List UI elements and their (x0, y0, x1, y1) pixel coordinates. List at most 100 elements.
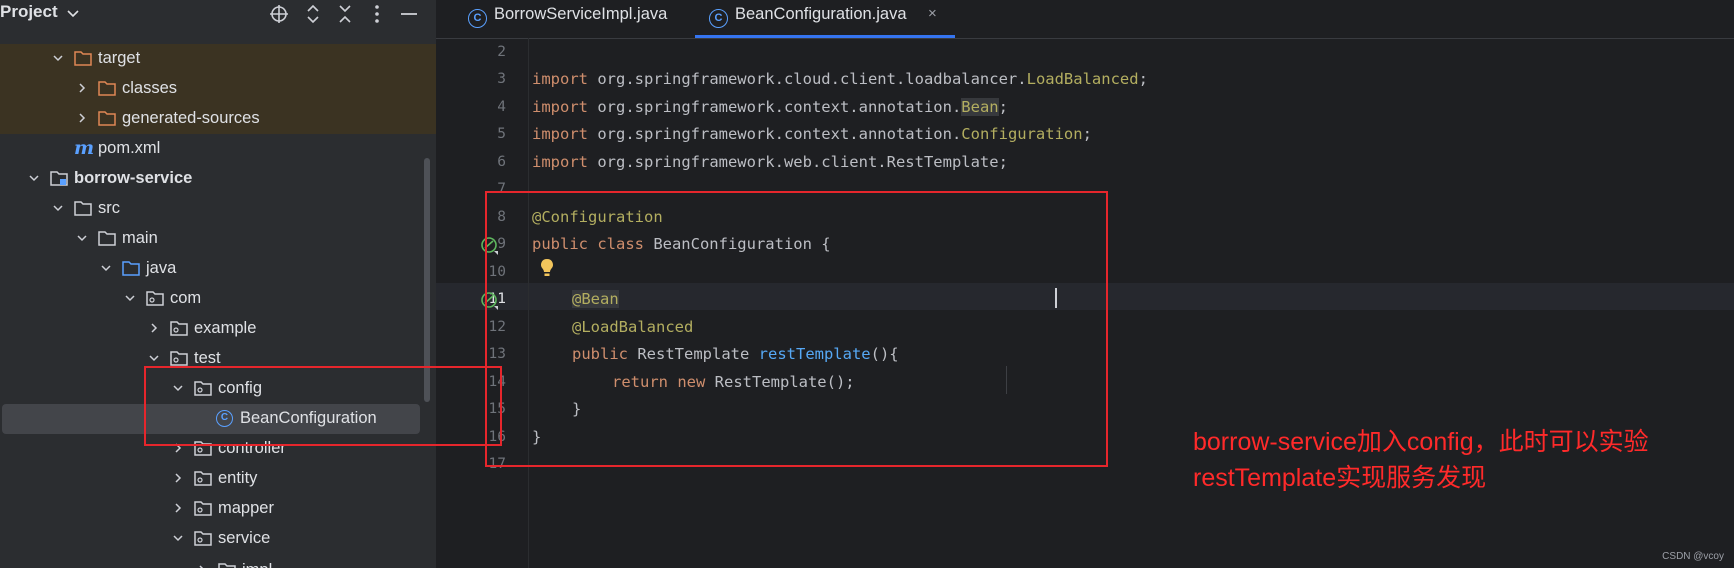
tree-item-com[interactable]: com (0, 284, 436, 314)
folder-icon (74, 201, 92, 216)
package-icon (170, 351, 188, 366)
code-token: import (532, 98, 588, 116)
tree-item-label: generated-sources (122, 109, 260, 127)
active-tab-indicator (695, 35, 955, 38)
tree-item-service[interactable]: service (0, 524, 436, 554)
tree-item-example[interactable]: example (0, 314, 436, 344)
tree-item-label: com (170, 289, 202, 307)
code-token: Bean (961, 98, 999, 116)
minimize-icon[interactable] (398, 3, 420, 25)
tab-bean-configuration[interactable]: C BeanConfiguration.java × (695, 0, 955, 38)
folder-icon (98, 231, 116, 246)
code-line-6: import org.springframework.web.client.Re… (532, 153, 1008, 171)
collapse-all-icon[interactable] (334, 3, 356, 25)
chevron-right-icon[interactable] (76, 82, 88, 94)
chevron-right-icon[interactable] (172, 502, 184, 514)
line-number: 4 (497, 99, 506, 115)
chevron-down-icon[interactable] (76, 232, 88, 244)
class-icon: C (468, 9, 487, 28)
tree-item-label: main (122, 229, 158, 247)
project-panel-title[interactable]: Project (0, 2, 58, 22)
tree-item-label: classes (122, 79, 178, 97)
package-icon (194, 471, 212, 486)
chevron-down-icon[interactable] (66, 6, 80, 20)
tree-item-generated-sources[interactable]: generated-sources (0, 104, 436, 134)
editor-tab-bar: C BorrowServiceImpl.java C BeanConfigura… (436, 0, 1734, 39)
tree-item-entity[interactable]: entity (0, 464, 436, 494)
highlight-box-code (485, 191, 1108, 467)
watermark: CSDN @vcoy (1662, 551, 1724, 562)
tree-item-main[interactable]: main (0, 224, 436, 254)
annotation-note: borrow-service加入config，此时可以实验 restTempla… (1193, 424, 1649, 496)
tree-item-label: impl (242, 561, 272, 568)
code-token: Configuration (961, 125, 1083, 143)
line-number: 2 (497, 44, 506, 60)
tree-item-target[interactable]: target (0, 44, 436, 74)
crosshair-icon[interactable] (268, 3, 290, 25)
package-icon (194, 501, 212, 516)
tree-item-borrow-service[interactable]: borrow-service (0, 164, 436, 194)
tree-item-label: example (194, 319, 257, 337)
tree-item-label: mapper (218, 499, 274, 517)
line-number: 5 (497, 126, 506, 142)
code-token: import (532, 70, 588, 88)
line-number: 3 (497, 71, 506, 87)
expand-all-icon[interactable] (302, 3, 324, 25)
folder-icon (74, 51, 92, 66)
tab-label: BeanConfiguration.java (735, 5, 907, 23)
chevron-down-icon[interactable] (124, 292, 136, 304)
tree-item-classes[interactable]: classes (0, 74, 436, 104)
chevron-right-icon[interactable] (172, 472, 184, 484)
folder-icon (98, 111, 116, 126)
code-token: import (532, 125, 588, 143)
tree-item-mapper[interactable]: mapper (0, 494, 436, 524)
tree-item-label: service (218, 529, 271, 547)
project-panel-header: Project (0, 0, 436, 30)
package-icon (194, 531, 212, 546)
code-line-3: import org.springframework.cloud.client.… (532, 70, 1148, 88)
tree-item-impl[interactable]: impl (0, 556, 436, 568)
code-token: ; (1138, 70, 1148, 88)
chevron-down-icon[interactable] (148, 352, 160, 364)
package-icon (146, 291, 164, 306)
chevron-down-icon[interactable] (172, 532, 184, 544)
project-panel: Project target classes generated-sources… (0, 0, 436, 568)
code-token: ; (1082, 125, 1092, 143)
chevron-right-icon[interactable] (76, 112, 88, 124)
code-token: org.springframework.web.client.RestTempl… (588, 153, 1008, 171)
tree-item-label: java (146, 259, 177, 277)
tree-item-src[interactable]: src (0, 194, 436, 224)
chevron-down-icon[interactable] (28, 172, 40, 184)
tree-item-java[interactable]: java (0, 254, 436, 284)
chevron-right-icon[interactable] (196, 564, 208, 568)
source-folder-icon (122, 261, 140, 276)
line-number: 6 (497, 154, 506, 170)
code-token: org.springframework.context.annotation. (588, 98, 962, 116)
code-token: ; (998, 98, 1008, 116)
tree-item-label: borrow-service (74, 169, 193, 187)
chevron-down-icon[interactable] (52, 202, 64, 214)
chevron-right-icon[interactable] (148, 322, 160, 334)
more-icon[interactable] (366, 3, 388, 25)
tab-borrow-service-impl[interactable]: C BorrowServiceImpl.java (450, 0, 680, 38)
code-line-5: import org.springframework.context.annot… (532, 125, 1092, 143)
chevron-down-icon[interactable] (100, 262, 112, 274)
module-icon (50, 171, 68, 186)
annotation-line-1: borrow-service加入config，此时可以实验 (1193, 428, 1649, 456)
tree-item-label: target (98, 49, 141, 67)
tree-item-pom-xml[interactable]: m pom.xml (0, 134, 436, 164)
code-token: LoadBalanced (1026, 70, 1139, 88)
package-icon (170, 321, 188, 336)
close-icon[interactable]: × (928, 5, 937, 22)
tree-item-label: src (98, 199, 120, 217)
tab-label: BorrowServiceImpl.java (494, 5, 668, 23)
tree-item-label: pom.xml (98, 139, 161, 157)
annotation-line-2: restTemplate实现服务发现 (1193, 464, 1487, 492)
tree-item-label: entity (218, 469, 258, 487)
code-line-4: import org.springframework.context.annot… (532, 98, 1008, 116)
code-token: import (532, 153, 588, 171)
highlight-box-config (144, 366, 502, 446)
package-icon (218, 563, 236, 568)
chevron-down-icon[interactable] (52, 52, 64, 64)
folder-icon (98, 81, 116, 96)
